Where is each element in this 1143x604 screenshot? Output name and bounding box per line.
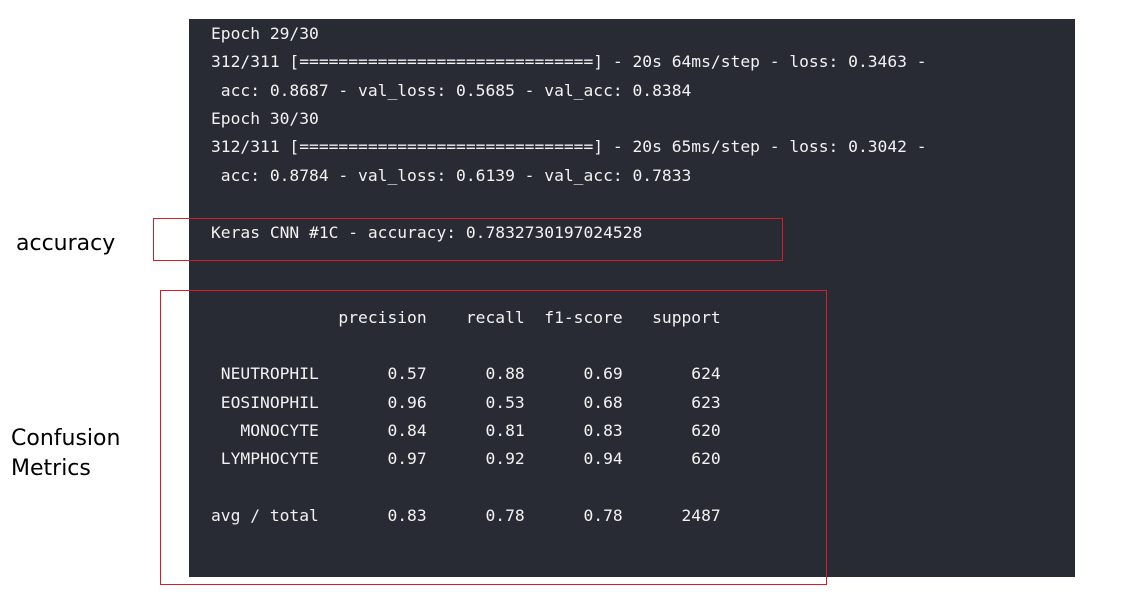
log-line-metrics-30: acc: 0.8784 - val_loss: 0.6139 - val_acc… <box>211 166 692 185</box>
confusion-metrics-annotation-label: Confusion Metrics <box>11 426 121 481</box>
confusion-metrics-highlight-box <box>160 290 827 585</box>
log-line-epoch-29: Epoch 29/30 <box>211 24 319 43</box>
log-line-epoch-30: Epoch 30/30 <box>211 109 319 128</box>
log-line-progress-30: 312/311 [==============================]… <box>211 137 927 156</box>
accuracy-annotation-label: accuracy <box>16 231 116 256</box>
accuracy-highlight-box <box>153 218 783 261</box>
log-line-progress-29: 312/311 [==============================]… <box>211 52 927 71</box>
log-line-metrics-29: acc: 0.8687 - val_loss: 0.5685 - val_acc… <box>211 81 692 100</box>
